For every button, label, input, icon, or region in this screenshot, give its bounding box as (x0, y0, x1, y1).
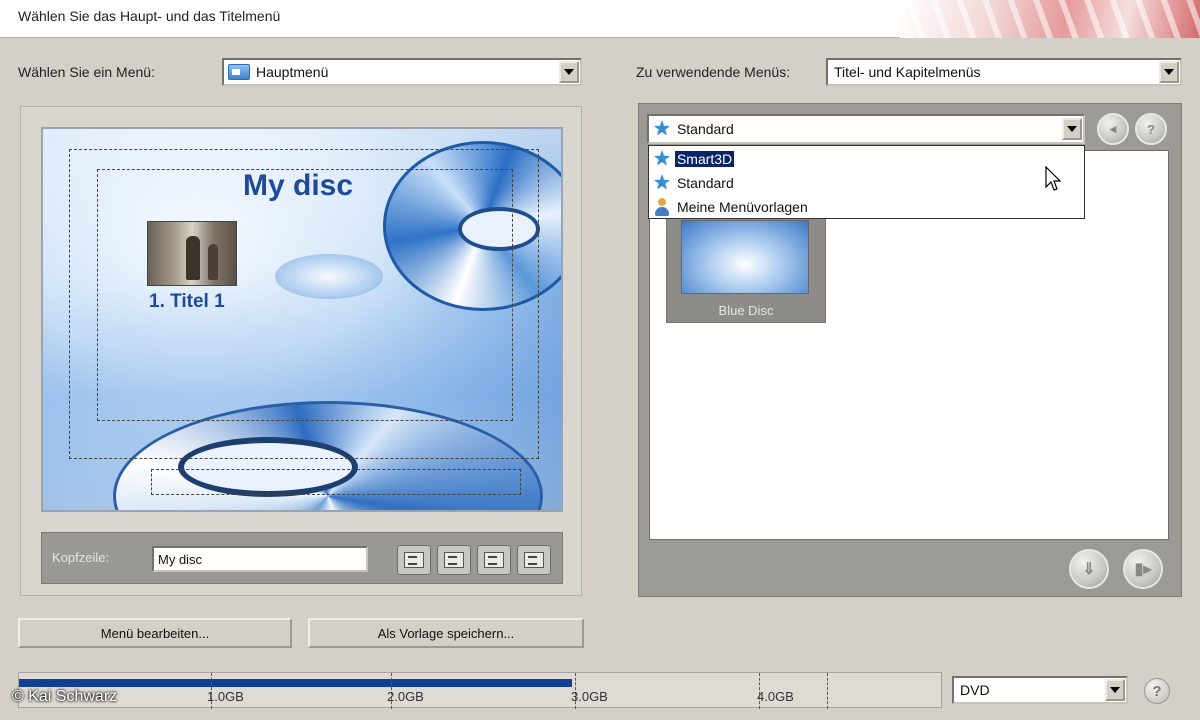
dropdown-option-label: Standard (676, 175, 734, 191)
copyright-watermark: © Kai Schwarz (12, 688, 118, 705)
menu-select-label: Wählen Sie ein Menü: (18, 64, 155, 80)
mouse-cursor-icon (1045, 166, 1061, 191)
dropdown-option-standard[interactable]: ★ Standard (653, 172, 736, 194)
button-area-guide (151, 469, 521, 495)
use-menu-dropdown-button[interactable] (1159, 61, 1179, 83)
star-icon: ★ (653, 172, 671, 194)
header-title: Wählen Sie das Haupt- und das Titelmenü (18, 8, 281, 24)
template-category-value: Standard (676, 121, 734, 137)
capacity-label: 3.0GB (571, 689, 608, 704)
disc-capacity-bar: 1.0GB 2.0GB 3.0GB 4.0GB (18, 672, 942, 709)
capacity-used-fill (19, 679, 572, 687)
layout-button-4[interactable] (517, 545, 551, 575)
dropdown-option-my-templates[interactable]: Meine Menüvorlagen (653, 196, 810, 218)
use-menu-combo[interactable]: Titel- und Kapitelmenüs (826, 58, 1182, 86)
dropdown-option-smart3d[interactable]: ★ Smart3D (653, 148, 735, 170)
menu-select-combo[interactable]: Hauptmenü (222, 58, 582, 86)
user-icon (653, 198, 671, 216)
star-icon: ★ (653, 148, 671, 170)
wizard-header: Wählen Sie das Haupt- und das Titelmenü (0, 0, 1200, 38)
layout-icon (524, 552, 544, 568)
arrow-left-icon: ◂ (1109, 121, 1117, 136)
layout-icon (444, 552, 464, 568)
title-thumbnail[interactable] (147, 221, 237, 286)
layout-button-3[interactable] (477, 545, 511, 575)
apply-all-icon: ▮▸ (1134, 561, 1152, 578)
use-menu-label: Zu verwendende Menüs: (636, 64, 791, 80)
menu-preview-panel: My disc 1. Titel 1 Kopfzeile: (20, 106, 582, 596)
template-thumbnail (681, 220, 809, 294)
edit-menu-button[interactable]: Menü bearbeiten... (18, 618, 292, 648)
capacity-label: 2.0GB (387, 689, 424, 704)
layout-button-2[interactable] (437, 545, 471, 575)
header-row-label: Kopfzeile: (52, 550, 110, 565)
menu-preview[interactable]: My disc 1. Titel 1 (41, 127, 563, 512)
template-info-button[interactable]: ? (1135, 113, 1167, 145)
title-thumbnail-label[interactable]: 1. Titel 1 (149, 291, 225, 313)
previous-template-button[interactable]: ◂ (1097, 113, 1129, 145)
preview-menu-title[interactable]: My disc (243, 169, 353, 203)
layout-icon (484, 552, 504, 568)
header-text-input[interactable] (152, 546, 368, 572)
disc-type-combo[interactable]: DVD (952, 676, 1128, 704)
apply-to-title-button[interactable]: ⇓ (1069, 549, 1109, 589)
chevron-down-icon (564, 69, 574, 75)
star-icon: ★ (653, 118, 671, 140)
info-icon: ? (1147, 121, 1155, 137)
help-button[interactable]: ? (1144, 678, 1170, 704)
save-template-button[interactable]: Als Vorlage speichern... (308, 618, 584, 648)
chevron-down-icon (1067, 126, 1077, 132)
template-category-dropdown-button[interactable] (1062, 118, 1082, 140)
template-category-combo[interactable]: ★ Standard (647, 114, 1085, 144)
menu-select-value: Hauptmenü (256, 64, 329, 80)
layout-button-1[interactable] (397, 545, 431, 575)
menu-icon (228, 64, 250, 80)
disc-type-dropdown-button[interactable] (1105, 679, 1125, 701)
template-item-label: Blue Disc (718, 303, 774, 318)
capacity-label: 4.0GB (757, 689, 794, 704)
chevron-down-icon (1110, 687, 1120, 693)
apply-down-icon: ⇓ (1082, 561, 1096, 578)
capacity-label: 1.0GB (207, 689, 244, 704)
chevron-down-icon (1164, 69, 1174, 75)
apply-to-all-button[interactable]: ▮▸ (1123, 549, 1163, 589)
dropdown-option-label: Meine Menüvorlagen (677, 199, 808, 215)
header-banner-image (900, 0, 1200, 38)
menu-select-dropdown-button[interactable] (559, 61, 579, 83)
disc-type-value: DVD (960, 682, 990, 698)
capacity-tick (827, 673, 828, 709)
use-menu-value: Titel- und Kapitelmenüs (834, 64, 981, 80)
dropdown-option-label: Smart3D (674, 151, 735, 167)
header-row: Kopfzeile: (41, 532, 563, 584)
layout-icon (404, 552, 424, 568)
template-category-dropdown-list[interactable]: ★ Smart3D ★ Standard Meine Menüvorlagen (648, 145, 1085, 219)
